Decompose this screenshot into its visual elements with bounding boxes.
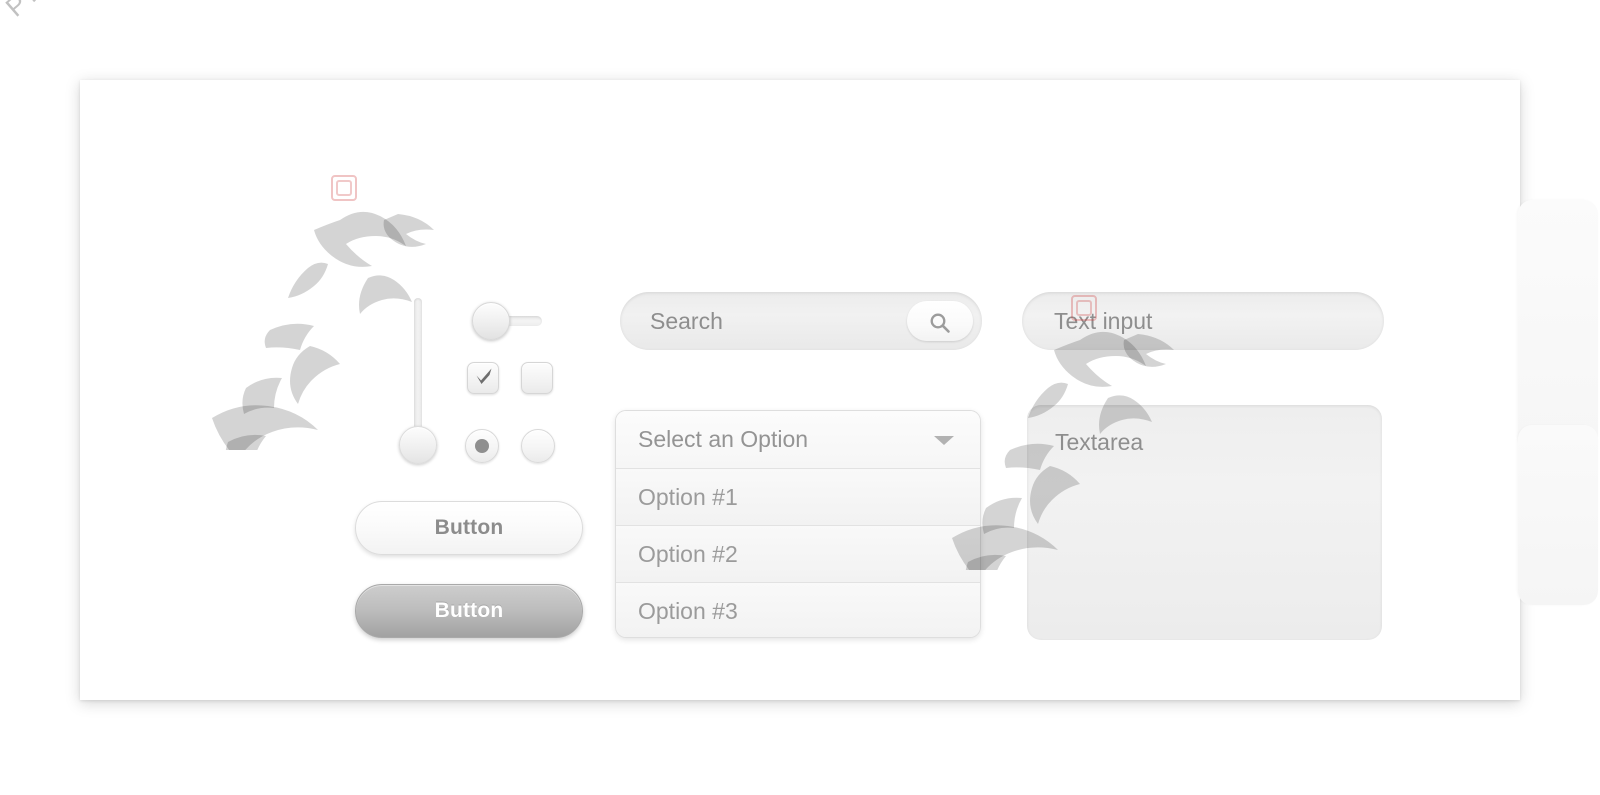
- radio-dot-icon: [475, 439, 489, 453]
- radio-button-selected[interactable]: [465, 429, 499, 463]
- select-option-3[interactable]: Option #3: [616, 582, 980, 637]
- select-option-2[interactable]: Option #2: [616, 525, 980, 582]
- vertical-slider[interactable]: [399, 298, 437, 464]
- select-header[interactable]: Select an Option: [616, 411, 980, 468]
- watermark-right: PHOTOPHOTO.CN: [0, 0, 1174, 570]
- select-option-label: Option #3: [638, 597, 738, 624]
- text-input[interactable]: Text input: [1022, 292, 1384, 350]
- checkbox-unchecked[interactable]: [521, 362, 553, 394]
- textarea[interactable]: Textarea: [1027, 405, 1382, 640]
- vertical-slider-knob[interactable]: [399, 426, 437, 464]
- radio-button-unselected[interactable]: [521, 429, 555, 463]
- search-button[interactable]: [907, 301, 973, 341]
- checkmark-icon: [476, 368, 492, 384]
- horizontal-slider-knob[interactable]: [472, 302, 510, 340]
- watermark-diagonal-text-right: PHOTOPHOTO.CN: [0, 0, 239, 23]
- textarea-text: Textarea: [1055, 429, 1144, 455]
- horizontal-slider[interactable]: [472, 302, 544, 340]
- select-option-1[interactable]: Option #1: [616, 468, 980, 525]
- search-icon: [930, 313, 950, 333]
- watermark-left: PHOTOPHOTO.CN: [0, 0, 434, 450]
- ui-kit-panel: Button Button Search Select an Option Op…: [80, 80, 1598, 700]
- select-option-label: Option #1: [638, 483, 738, 510]
- watermark-diagonal-text-left: PHOTOPHOTO.CN: [0, 0, 239, 23]
- search-input[interactable]: Search: [620, 292, 982, 350]
- button-dark[interactable]: Button: [355, 584, 583, 638]
- text-input-text: Text input: [1054, 308, 1153, 334]
- chevron-down-icon[interactable]: [934, 436, 954, 445]
- cropped-edge-element-bottom: [1518, 425, 1598, 605]
- search-input-text: Search: [650, 308, 723, 334]
- checkbox-checked[interactable]: [467, 362, 499, 394]
- button-light[interactable]: Button: [355, 501, 583, 555]
- cropped-edge-element-top: [1518, 200, 1598, 450]
- screen-background: Button Button Search Select an Option Op…: [0, 0, 1600, 795]
- select-header-label: Select an Option: [638, 426, 809, 452]
- select-dropdown[interactable]: Select an Option Option #1 Option #2 Opt…: [615, 410, 981, 638]
- select-option-label: Option #2: [638, 540, 738, 567]
